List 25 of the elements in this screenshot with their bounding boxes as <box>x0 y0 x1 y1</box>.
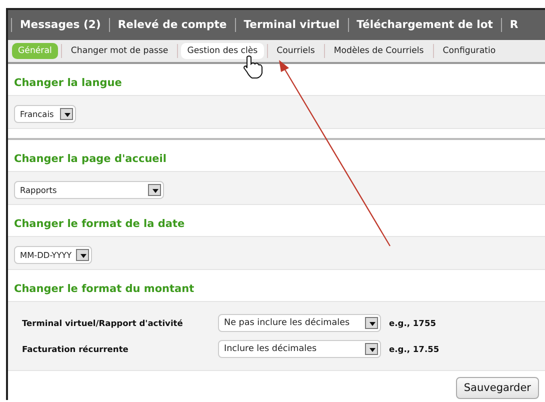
section-heading: Changer la langue <box>14 76 122 90</box>
nav-link-item[interactable]: Téléchargement de lot <box>348 18 501 32</box>
nav-link-item[interactable]: Terminal virtuel <box>234 18 348 32</box>
settings-tab[interactable]: Configuratio <box>436 43 502 59</box>
save-button[interactable]: Sauvegarder <box>456 377 539 399</box>
dropdown-field[interactable]: Francais <box>14 105 76 123</box>
settings-tab[interactable]: Changer mot de passe <box>64 43 174 59</box>
field-label: Facturation récurrente <box>22 342 130 356</box>
dropdown-field[interactable]: MM-DD-YYYY <box>14 246 92 264</box>
settings-tab[interactable]: Modèles de Courriels <box>328 43 430 59</box>
field-label: Terminal virtuel/Rapport d'activité <box>22 316 184 330</box>
dropdown-field[interactable]: Ne pas inclure les décimales <box>218 314 381 332</box>
settings-tab[interactable]: Courriels <box>270 43 321 59</box>
section-heading: Changer le format du montant <box>14 282 194 296</box>
nav-link-item[interactable]: Messages (2) <box>11 18 109 32</box>
nav-link-item[interactable]: R <box>500 18 526 32</box>
hand-cursor-icon <box>244 56 262 78</box>
example-text: e.g., 1755 <box>389 316 436 330</box>
settings-tab[interactable]: Gestion des clès <box>181 43 264 59</box>
section-heading: Changer la page d'accueil <box>14 152 167 166</box>
dropdown-field[interactable]: Inclure les décimales <box>218 340 381 358</box>
example-text: e.g., 17.55 <box>389 342 440 356</box>
dropdown-field[interactable]: Rapports <box>14 181 164 199</box>
section-heading: Changer le format de la date <box>14 217 185 231</box>
nav-link-item[interactable]: Relevé de compte <box>108 18 235 32</box>
